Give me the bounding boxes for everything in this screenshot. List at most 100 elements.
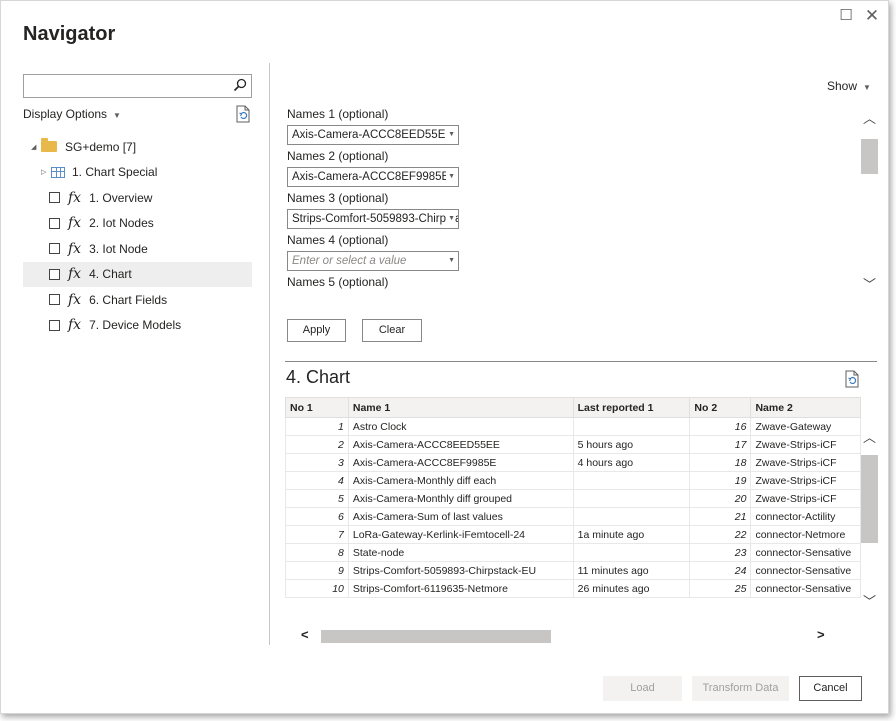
refresh-icon[interactable] [844, 370, 860, 388]
names-3-combobox[interactable]: Strips-Comfort-5059893-Chirpstack-EU ▼ [287, 209, 459, 229]
chevron-down-icon[interactable]: ▼ [446, 210, 455, 228]
fx-icon: fx [68, 266, 82, 283]
tree-item-iot-nodes[interactable]: fx 2. Iot Nodes [23, 211, 252, 237]
chevron-down-icon[interactable]: ▼ [446, 252, 455, 270]
table-row: 10 Strips-Comfort-6119635-Netmore 26 min… [285, 579, 861, 598]
tree-item-overview[interactable]: fx 1. Overview [23, 185, 252, 211]
fx-icon: fx [68, 291, 82, 308]
chevron-up-icon[interactable]: ︿ [863, 427, 876, 446]
preview-table: No 1 Name 1 Last reported 1 No 2 Name 2 … [285, 397, 861, 629]
param-label: Names 3 (optional) [287, 191, 389, 205]
tree-item-chart-fields[interactable]: fx 6. Chart Fields [23, 287, 252, 313]
close-button[interactable]: ✕ [861, 5, 883, 27]
pane-divider[interactable] [269, 63, 270, 645]
tree-root-sg-demo[interactable]: ◢ SG+demo [7] [23, 134, 252, 160]
table-cell: 4 hours ago [572, 453, 691, 472]
table-vertical-scrollbar[interactable]: ︿ ﹀ [861, 417, 878, 629]
table-cell: Zwave-Strips-iCF [750, 489, 861, 508]
item-checkbox[interactable] [49, 319, 60, 331]
column-header[interactable]: No 2 [689, 397, 752, 418]
scrollbar-thumb[interactable] [321, 630, 551, 643]
names-1-combobox[interactable]: Axis-Camera-ACCC8EED55EE ▼ [287, 125, 459, 145]
column-header[interactable]: No 1 [285, 397, 349, 418]
load-button[interactable]: Load [603, 676, 682, 701]
table-cell: Strips-Comfort-5059893-Chirpstack-EU [347, 561, 574, 580]
table-row: 3 Axis-Camera-ACCC8EF9985E 4 hours ago 1… [285, 453, 861, 472]
column-header[interactable]: Last reported 1 [572, 397, 691, 418]
table-cell: 26 minutes ago [572, 579, 691, 598]
tree-item-iot-node[interactable]: fx 3. Iot Node [23, 236, 252, 262]
fx-icon: fx [68, 189, 82, 206]
table-row: 4 Axis-Camera-Monthly diff each 19 Zwave… [285, 471, 861, 490]
names-2-combobox[interactable]: Axis-Camera-ACCC8EF9985E ▼ [287, 167, 459, 187]
table-cell: 10 [285, 579, 349, 598]
param-label: Names 5 (optional) [287, 275, 389, 289]
search-icon[interactable] [233, 78, 247, 92]
table-cell: connector-Netmore [750, 525, 861, 544]
table-cell [572, 471, 691, 490]
table-cell: Axis-Camera-Monthly diff grouped [347, 489, 574, 508]
combobox-value: Axis-Camera-ACCC8EED55EE [292, 129, 454, 141]
dialog-title: Navigator [23, 23, 116, 45]
table-row: 5 Axis-Camera-Monthly diff grouped 20 Zw… [285, 489, 861, 508]
chevron-down-icon[interactable]: ▼ [446, 168, 455, 186]
scrollbar-thumb[interactable] [861, 455, 878, 543]
item-checkbox[interactable] [49, 268, 60, 280]
display-options-dropdown[interactable]: Display Options ▼ [23, 107, 121, 121]
item-checkbox[interactable] [49, 192, 60, 204]
tree-item-label: 6. Chart Fields [89, 292, 168, 307]
parameters-scrollbar[interactable]: ︿ ﹀ [861, 96, 878, 296]
chevron-up-icon[interactable]: ︿ [863, 108, 876, 127]
fx-icon: fx [68, 317, 82, 334]
chevron-down-icon[interactable]: ﹀ [863, 591, 876, 610]
expand-triangle-icon[interactable]: ▷ [41, 168, 51, 176]
collapse-triangle-icon[interactable]: ◢ [31, 143, 41, 151]
item-checkbox[interactable] [49, 217, 60, 229]
tree-item-label: 1. Chart Special [72, 165, 158, 180]
tree-item-chart-special[interactable]: ▷ 1. Chart Special [23, 160, 252, 186]
show-label: Show [827, 79, 858, 93]
navigator-tree: ◢ SG+demo [7] ▷ 1. Chart Special fx 1. O… [23, 134, 252, 338]
scrollbar-thumb[interactable] [861, 139, 878, 174]
chevron-right-icon[interactable]: > [817, 627, 825, 642]
maximize-button[interactable]: ☐ [835, 5, 857, 27]
refresh-icon[interactable] [235, 105, 251, 123]
tree-item-chart[interactable]: fx 4. Chart [23, 261, 252, 287]
table-cell: LoRa-Gateway-Kerlink-iFemtocell-24 [347, 525, 574, 544]
table-cell: 1a minute ago [572, 525, 691, 544]
chevron-left-icon[interactable]: < [301, 627, 309, 642]
table-horizontal-scrollbar[interactable]: < > [285, 627, 861, 644]
section-divider [285, 361, 877, 362]
clear-button[interactable]: Clear [362, 319, 422, 342]
transform-data-button[interactable]: Transform Data [692, 676, 789, 701]
item-checkbox[interactable] [49, 243, 60, 255]
chevron-down-icon[interactable]: ﹀ [863, 274, 876, 293]
table-cell: 7 [285, 525, 349, 544]
combobox-value: Axis-Camera-ACCC8EF9985E [292, 171, 450, 183]
apply-button[interactable]: Apply [287, 319, 346, 342]
table-cell: 17 [689, 435, 752, 454]
combobox-value: Strips-Comfort-5059893-Chirpstack-EU [292, 213, 458, 225]
show-dropdown[interactable]: Show ▼ [827, 79, 871, 93]
column-header[interactable]: Name 1 [347, 397, 574, 418]
table-cell: State-node [347, 543, 574, 562]
item-checkbox[interactable] [49, 294, 60, 306]
table-cell: connector-Sensative [750, 579, 861, 598]
navigator-dialog: Navigator ☐ ✕ Display Options ▼ ◢ SG+demo… [0, 0, 889, 714]
tree-item-device-models[interactable]: fx 7. Device Models [23, 313, 252, 339]
table-row: 1 Astro Clock 16 Zwave-Gateway [285, 417, 861, 436]
names-4-combobox[interactable]: Enter or select a value ▼ [287, 251, 459, 271]
table-cell: connector-Sensative [750, 561, 861, 580]
table-row: 2 Axis-Camera-ACCC8EED55EE 5 hours ago 1… [285, 435, 861, 454]
cancel-button[interactable]: Cancel [799, 676, 862, 701]
search-input[interactable] [24, 75, 224, 97]
search-box[interactable] [23, 74, 252, 98]
column-header[interactable]: Name 2 [750, 397, 861, 418]
table-cell: Zwave-Strips-iCF [750, 453, 861, 472]
table-row: 6 Axis-Camera-Sum of last values 21 conn… [285, 507, 861, 526]
table-cell: 16 [689, 417, 752, 436]
chevron-down-icon[interactable]: ▼ [446, 126, 455, 144]
table-cell: 5 [285, 489, 349, 508]
table-cell: 9 [285, 561, 349, 580]
table-cell: 11 minutes ago [572, 561, 691, 580]
